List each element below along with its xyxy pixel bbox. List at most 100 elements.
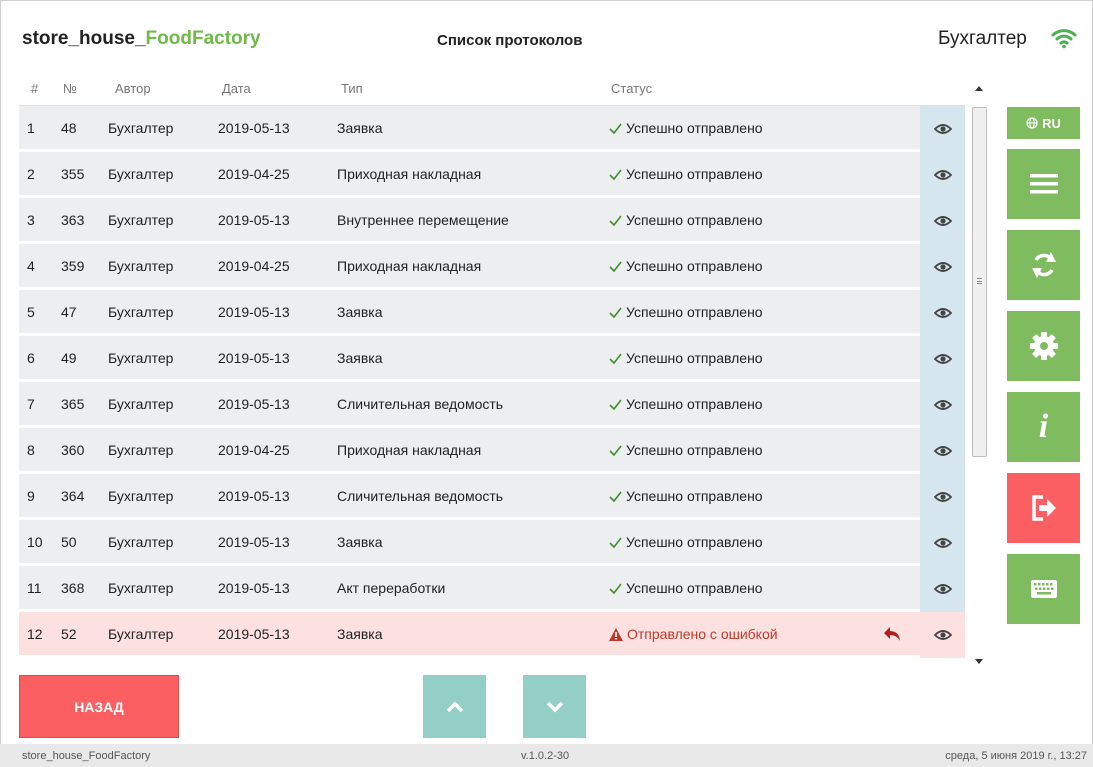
table-row[interactable]: 7 365 Бухгалтер 2019-05-13 Сличительная ведо… <box>19 382 965 428</box>
table-row[interactable]: 8 360 Бухгалтер 2019-04-25 Приходная накладн… <box>19 428 965 474</box>
scroll-up-arrow-icon[interactable] <box>975 86 983 91</box>
check-icon <box>609 213 622 229</box>
check-icon <box>609 167 622 183</box>
page-up-button[interactable] <box>423 675 486 738</box>
table-row[interactable]: 9 364 Бухгалтер 2019-05-13 Сличительная ведо… <box>19 474 965 520</box>
logout-button[interactable] <box>1007 473 1080 543</box>
check-icon <box>609 121 622 137</box>
row-number: 52 <box>61 626 77 642</box>
app-title-prefix: store_house_ <box>22 28 146 49</box>
row-status-text: Отправлено с ошибкой <box>627 626 778 642</box>
view-button[interactable] <box>920 612 965 658</box>
wifi-icon <box>1051 29 1077 49</box>
row-author: Бухгалтер <box>108 626 174 642</box>
view-button[interactable] <box>920 382 965 428</box>
table-scrollbar[interactable] <box>970 80 989 668</box>
view-button[interactable] <box>920 106 965 152</box>
table-row[interactable]: 10 50 Бухгалтер 2019-05-13 Заявка Успешно отп… <box>19 520 965 566</box>
row-status: Успешно отправлено <box>609 442 763 459</box>
table-row[interactable]: 3 363 Бухгалтер 2019-05-13 Внутреннее переме… <box>19 198 965 244</box>
check-icon <box>609 259 622 275</box>
keyboard-button[interactable] <box>1007 554 1080 624</box>
row-status: Успешно отправлено <box>609 580 763 597</box>
row-status: Успешно отправлено <box>609 396 763 413</box>
row-number: 359 <box>61 258 85 274</box>
check-icon <box>609 581 622 597</box>
eye-icon <box>933 215 952 227</box>
eye-icon <box>933 399 952 411</box>
view-button[interactable] <box>920 566 965 612</box>
back-button[interactable]: НАЗАД <box>19 675 179 738</box>
row-index: 3 <box>27 212 35 228</box>
column-header-date: Дата <box>222 81 251 96</box>
view-button[interactable] <box>920 198 965 244</box>
sync-button[interactable] <box>1007 230 1080 300</box>
row-status: Успешно отправлено <box>609 350 763 367</box>
column-header-author: Автор <box>115 81 151 96</box>
eye-icon <box>933 307 952 319</box>
row-type: Приходная накладная <box>337 258 482 274</box>
row-number: 364 <box>61 488 85 504</box>
row-author: Бухгалтер <box>108 166 174 182</box>
row-index: 10 <box>27 534 43 550</box>
eye-icon <box>933 629 952 641</box>
table-row[interactable]: 5 47 Бухгалтер 2019-05-13 Заявка Успешно отпр… <box>19 290 965 336</box>
header: store_house_FoodFactory Список протоколо… <box>0 0 1093 66</box>
row-type: Приходная накладная <box>337 166 482 182</box>
language-label: RU <box>1042 115 1061 131</box>
page-down-button[interactable] <box>523 675 586 738</box>
scrollbar-grip-icon <box>977 278 982 284</box>
check-icon <box>609 535 622 551</box>
view-button[interactable] <box>920 290 965 336</box>
row-number: 355 <box>61 166 85 182</box>
row-status-text: Успешно отправлено <box>626 304 763 320</box>
row-status-text: Успешно отправлено <box>626 580 763 596</box>
row-status-text: Успешно отправлено <box>626 120 763 136</box>
row-status: Успешно отправлено <box>609 304 763 321</box>
row-index: 7 <box>27 396 35 412</box>
info-button[interactable]: i <box>1007 392 1080 462</box>
check-icon <box>609 489 622 505</box>
scroll-down-arrow-icon[interactable] <box>975 659 983 664</box>
row-date: 2019-05-13 <box>218 626 290 642</box>
table-row[interactable]: 11 368 Бухгалтер 2019-05-13 Акт переработки У… <box>19 566 965 612</box>
row-date: 2019-04-25 <box>218 166 290 182</box>
scrollbar-thumb[interactable] <box>972 107 987 457</box>
table-row[interactable]: 1 48 Бухгалтер 2019-05-13 Заявка Успешно отпр… <box>19 106 965 152</box>
check-icon <box>609 305 622 321</box>
row-date: 2019-05-13 <box>218 580 290 596</box>
info-icon: i <box>1038 408 1049 445</box>
table-row[interactable]: 12 52 Бухгалтер 2019-05-13 Заявка Отправлено … <box>19 612 965 658</box>
table-row[interactable]: 2 355 Бухгалтер 2019-04-25 Приходная накладн… <box>19 152 965 198</box>
footer-datetime: среда, 5 июня 2019 г., 13:27 <box>945 750 1087 762</box>
keyboard-icon <box>1030 580 1057 598</box>
settings-button[interactable] <box>1007 311 1080 381</box>
page-title: Список протоколов <box>437 32 583 49</box>
view-button[interactable] <box>920 520 965 566</box>
view-button[interactable] <box>920 244 965 290</box>
menu-button[interactable] <box>1007 149 1080 219</box>
view-button[interactable] <box>920 474 965 520</box>
logout-icon <box>1031 495 1056 521</box>
row-status: Успешно отправлено <box>609 534 763 551</box>
language-button[interactable]: RU <box>1007 107 1080 139</box>
row-index: 8 <box>27 442 35 458</box>
resend-icon[interactable] <box>883 626 901 647</box>
protocols-table: # № Автор Дата Тип Статус 1 48 Бухгалтер 20… <box>19 73 965 673</box>
view-button[interactable] <box>920 152 965 198</box>
row-date: 2019-05-13 <box>218 396 290 412</box>
row-author: Бухгалтер <box>108 120 174 136</box>
row-author: Бухгалтер <box>108 212 174 228</box>
sync-icon <box>1031 252 1056 278</box>
table-row[interactable]: 6 49 Бухгалтер 2019-05-13 Заявка Успешно отпр… <box>19 336 965 382</box>
row-type: Акт переработки <box>337 580 446 596</box>
view-button[interactable] <box>920 428 965 474</box>
row-number: 365 <box>61 396 85 412</box>
check-icon <box>609 397 622 413</box>
menu-icon <box>1029 174 1058 194</box>
row-type: Заявка <box>337 534 383 550</box>
row-date: 2019-04-25 <box>218 258 290 274</box>
row-author: Бухгалтер <box>108 258 174 274</box>
table-row[interactable]: 4 359 Бухгалтер 2019-04-25 Приходная накладн… <box>19 244 965 290</box>
view-button[interactable] <box>920 336 965 382</box>
